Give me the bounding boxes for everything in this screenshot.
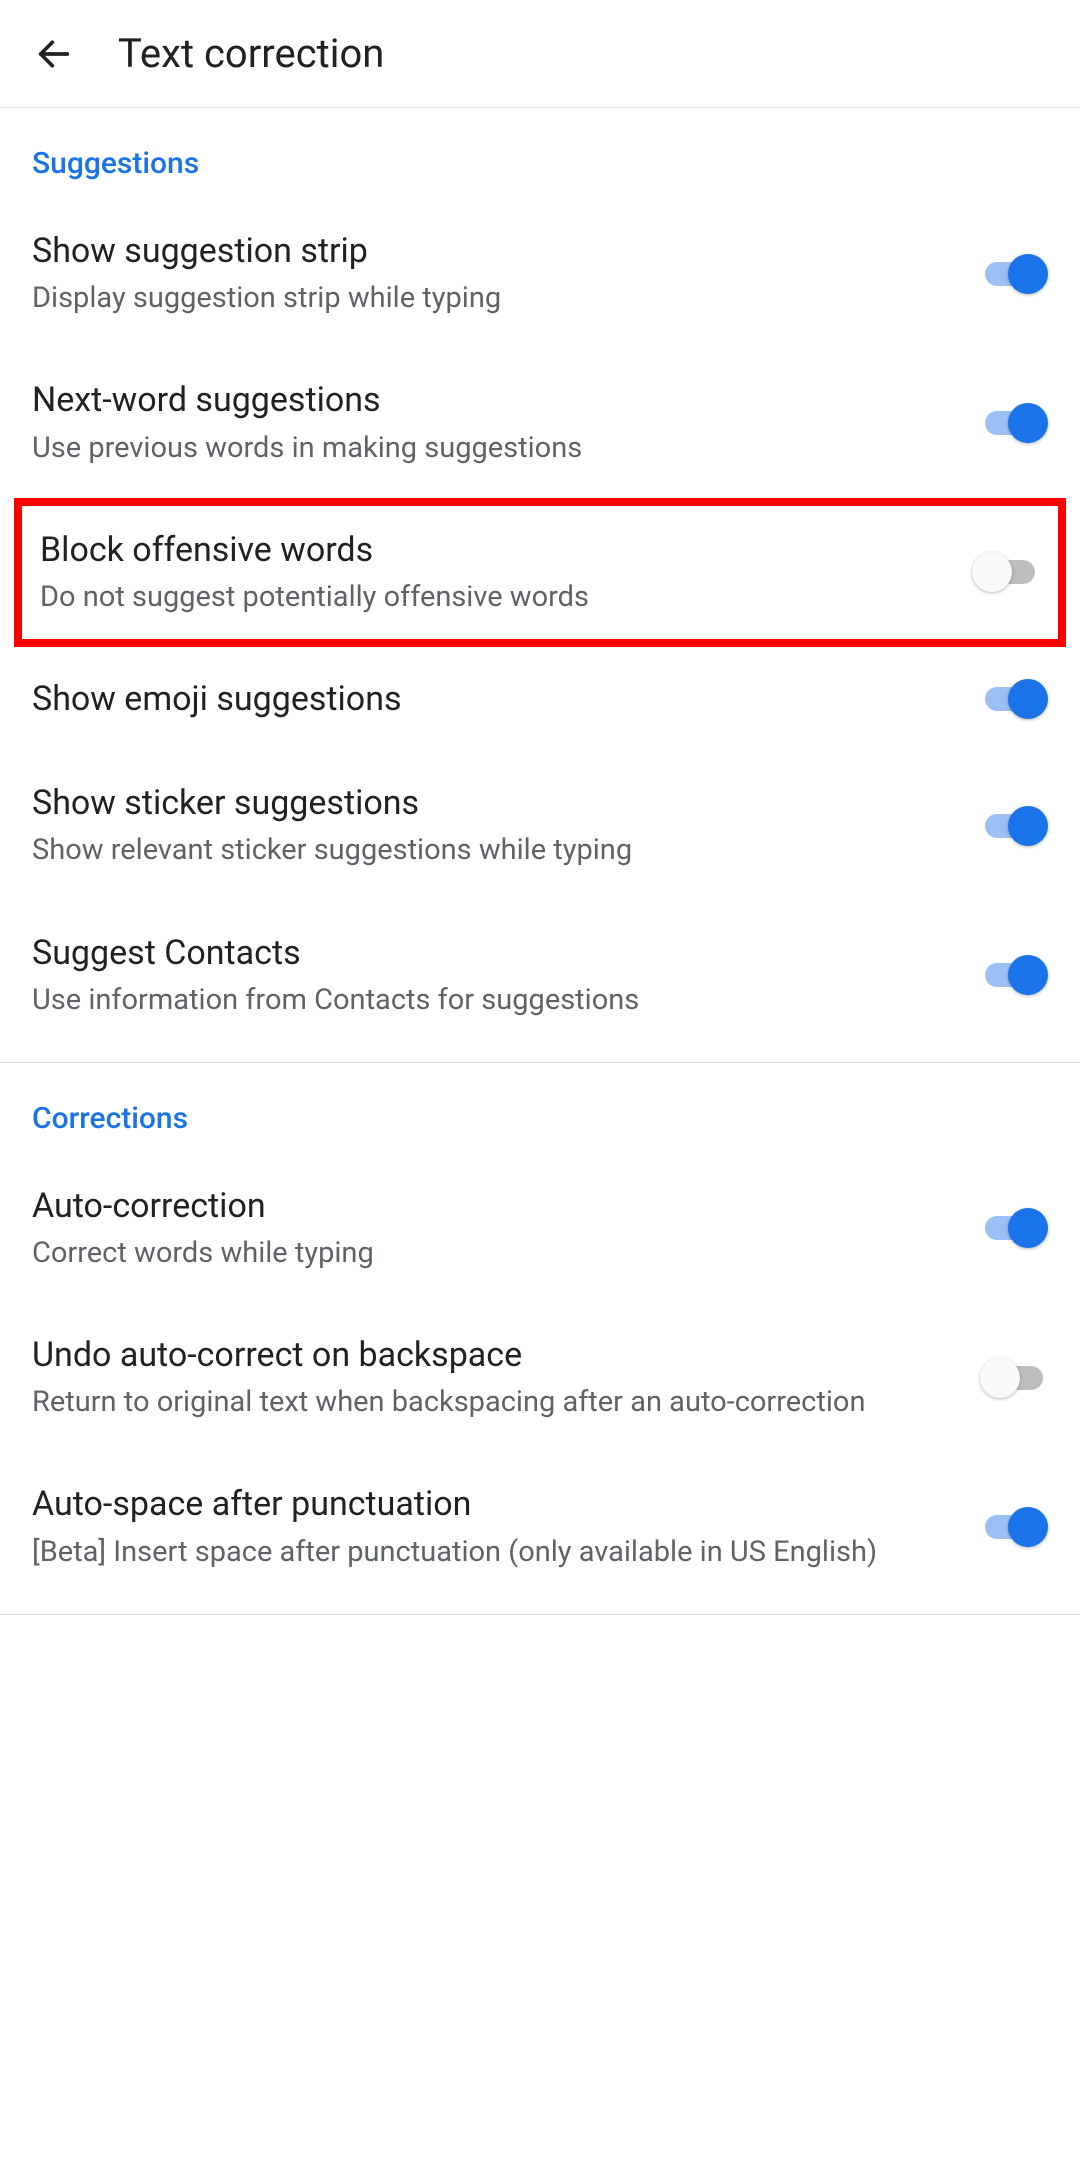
setting-text: Show emoji suggestions xyxy=(32,677,980,721)
setting-subtitle: Return to original text when backspacing… xyxy=(32,1383,950,1422)
setting-block-offensive-words-highlighted[interactable]: Block offensive words Do not suggest pot… xyxy=(14,498,1066,647)
back-button[interactable] xyxy=(30,30,78,78)
toggle-show-sticker-suggestions[interactable] xyxy=(980,806,1048,846)
setting-text: Show suggestion strip Display suggestion… xyxy=(32,229,980,318)
header: Text correction xyxy=(0,0,1080,108)
toggle-block-offensive-words[interactable] xyxy=(972,552,1040,592)
setting-suggest-contacts[interactable]: Suggest Contacts Use information from Co… xyxy=(0,901,1080,1050)
setting-show-suggestion-strip[interactable]: Show suggestion strip Display suggestion… xyxy=(0,199,1080,348)
section-header-corrections: Corrections xyxy=(0,1063,1080,1154)
toggle-thumb xyxy=(1008,403,1048,443)
setting-text: Block offensive words Do not suggest pot… xyxy=(40,528,972,617)
setting-subtitle: Display suggestion strip while typing xyxy=(32,279,950,318)
setting-text: Auto-space after punctuation [Beta] Inse… xyxy=(32,1482,980,1571)
suggestions-section: Suggestions Show suggestion strip Displa… xyxy=(0,108,1080,1063)
toggle-thumb xyxy=(1008,955,1048,995)
setting-show-sticker-suggestions[interactable]: Show sticker suggestions Show relevant s… xyxy=(0,751,1080,900)
toggle-thumb xyxy=(1008,806,1048,846)
setting-subtitle: [Beta] Insert space after punctuation (o… xyxy=(32,1533,950,1572)
toggle-show-suggestion-strip[interactable] xyxy=(980,254,1048,294)
toggle-thumb xyxy=(980,1358,1020,1398)
toggle-thumb xyxy=(1008,1507,1048,1547)
toggle-show-emoji-suggestions[interactable] xyxy=(980,679,1048,719)
setting-show-emoji-suggestions[interactable]: Show emoji suggestions xyxy=(0,647,1080,751)
setting-auto-correction[interactable]: Auto-correction Correct words while typi… xyxy=(0,1154,1080,1303)
toggle-thumb xyxy=(972,552,1012,592)
setting-title: Auto-correction xyxy=(32,1184,950,1228)
setting-undo-auto-correct-backspace[interactable]: Undo auto-correct on backspace Return to… xyxy=(0,1303,1080,1452)
toggle-thumb xyxy=(1008,254,1048,294)
page-title: Text correction xyxy=(118,30,384,77)
setting-subtitle: Use previous words in making suggestions xyxy=(32,429,950,468)
setting-title: Show emoji suggestions xyxy=(32,677,950,721)
setting-next-word-suggestions[interactable]: Next-word suggestions Use previous words… xyxy=(0,348,1080,497)
toggle-next-word-suggestions[interactable] xyxy=(980,403,1048,443)
toggle-thumb xyxy=(1008,1208,1048,1248)
setting-subtitle: Correct words while typing xyxy=(32,1234,950,1273)
setting-title: Auto-space after punctuation xyxy=(32,1482,950,1526)
setting-subtitle: Use information from Contacts for sugges… xyxy=(32,981,950,1020)
setting-title: Next-word suggestions xyxy=(32,378,950,422)
corrections-section: Corrections Auto-correction Correct word… xyxy=(0,1063,1080,1615)
toggle-suggest-contacts[interactable] xyxy=(980,955,1048,995)
setting-text: Next-word suggestions Use previous words… xyxy=(32,378,980,467)
arrow-left-icon xyxy=(34,34,74,74)
toggle-auto-space-after-punctuation[interactable] xyxy=(980,1507,1048,1547)
setting-title: Suggest Contacts xyxy=(32,931,950,975)
toggle-auto-correction[interactable] xyxy=(980,1208,1048,1248)
section-header-suggestions: Suggestions xyxy=(0,108,1080,199)
setting-auto-space-after-punctuation[interactable]: Auto-space after punctuation [Beta] Inse… xyxy=(0,1452,1080,1601)
setting-title: Show suggestion strip xyxy=(32,229,950,273)
setting-text: Show sticker suggestions Show relevant s… xyxy=(32,781,980,870)
setting-title: Block offensive words xyxy=(40,528,942,572)
setting-title: Show sticker suggestions xyxy=(32,781,950,825)
setting-text: Auto-correction Correct words while typi… xyxy=(32,1184,980,1273)
setting-text: Suggest Contacts Use information from Co… xyxy=(32,931,980,1020)
toggle-undo-auto-correct-backspace[interactable] xyxy=(980,1358,1048,1398)
setting-text: Undo auto-correct on backspace Return to… xyxy=(32,1333,980,1422)
setting-subtitle: Show relevant sticker suggestions while … xyxy=(32,831,950,870)
toggle-thumb xyxy=(1008,679,1048,719)
setting-title: Undo auto-correct on backspace xyxy=(32,1333,950,1377)
setting-subtitle: Do not suggest potentially offensive wor… xyxy=(40,578,942,617)
